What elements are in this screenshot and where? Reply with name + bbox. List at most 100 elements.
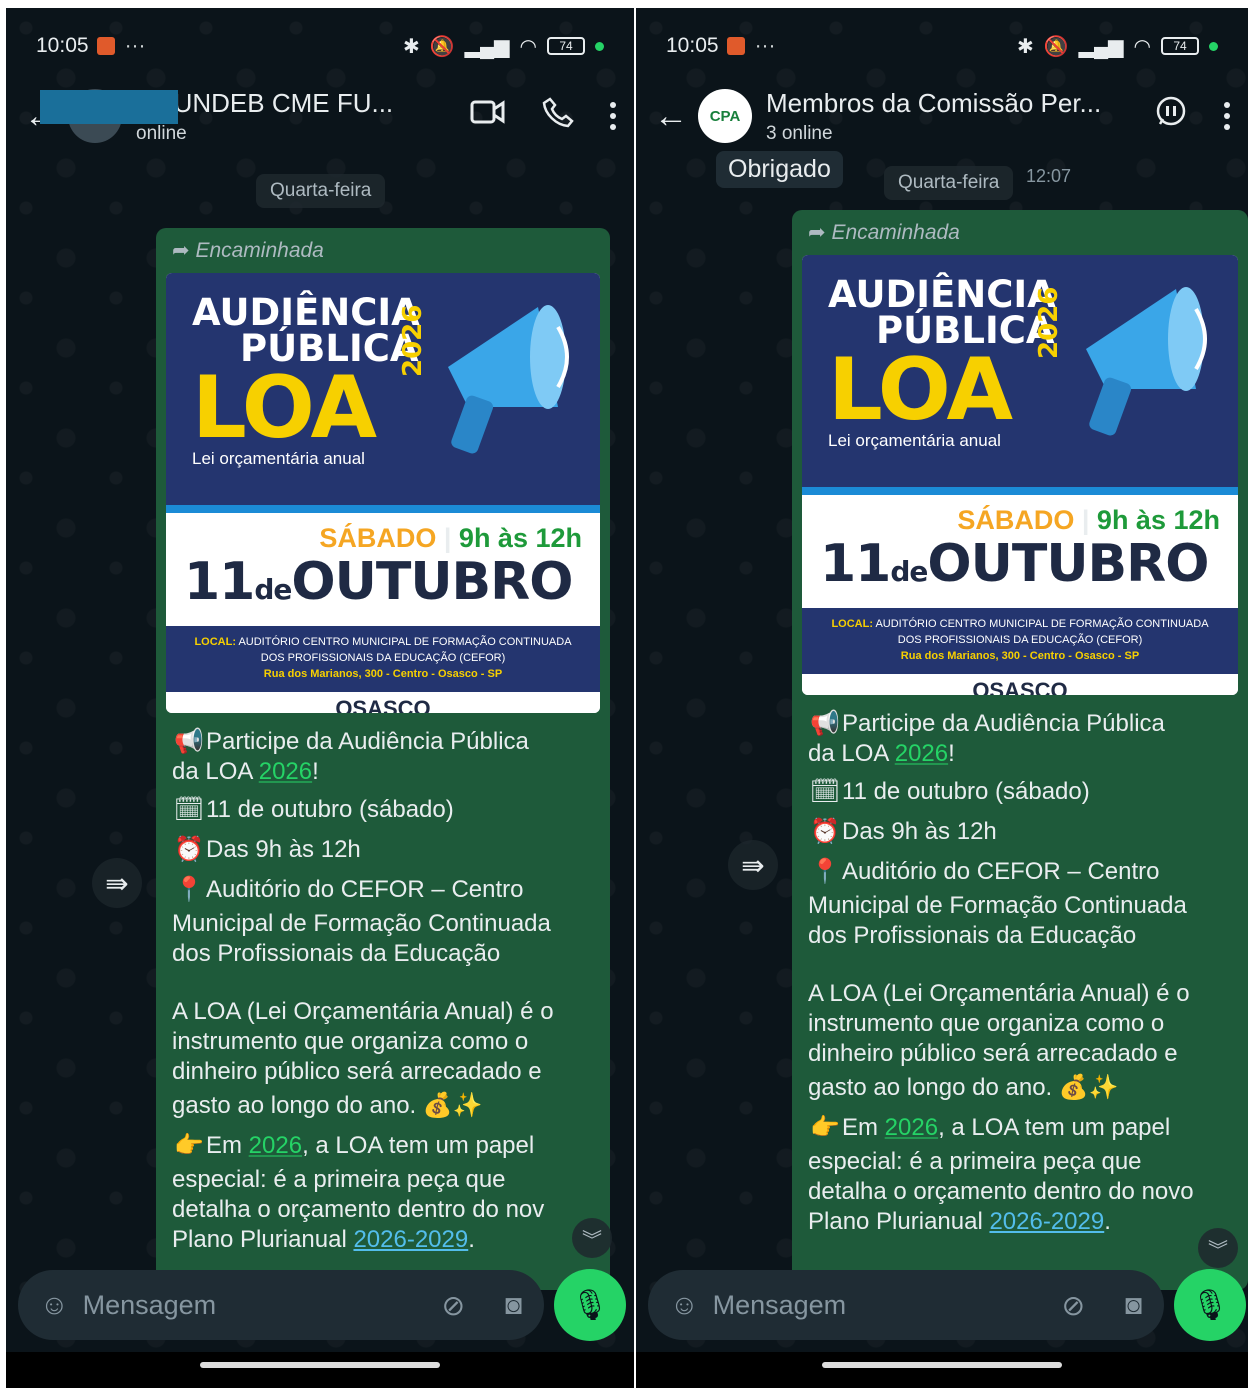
message-input-bar: ☺ Mensagem ⊘ ◙ 🎙 [18, 1269, 626, 1341]
camera-icon[interactable]: ◙ [1125, 1289, 1142, 1321]
poster-year: 2026 [1034, 286, 1064, 359]
poster-date: 11deOUTUBRO [184, 552, 573, 612]
chat-subtitle: 3 online [766, 122, 833, 144]
notification-icon [726, 37, 745, 55]
chat-info[interactable]: n FUNDEB CME FU... online [136, 88, 456, 145]
date-chip: Quarta-feira [884, 166, 1014, 200]
right-chat-screen: 10:05 ··· ✱ 🔕 ▂▄▆ ◠ 74 ← CPA Membros da … [636, 8, 1248, 1388]
signal-icon: ▂▄▆ [1078, 35, 1124, 58]
mic-icon: 🎙 [570, 1288, 610, 1322]
poster-image[interactable]: AUDIÊNCIA PÚBLICA LOA 2026 Lei orçamentá… [802, 255, 1238, 695]
message-bubble[interactable]: ➦ Encaminhada AUDIÊNCIA PÚBLICA LOA 2026… [156, 228, 610, 1290]
status-bar: 10:05 ··· ✱ 🔕 ▂▄▆ ◠ 74 [636, 26, 1248, 66]
pin-emoji-icon: 📍 [810, 858, 840, 885]
attach-icon[interactable]: ⊘ [442, 1289, 465, 1322]
poster-hours: 9h às 12h [458, 523, 582, 553]
signal-icon: ▂▄▆ [464, 35, 510, 58]
chat-subtitle: online [136, 122, 187, 144]
megaphone-emoji-icon: 📢 [810, 710, 840, 737]
date-link[interactable]: 2026 [259, 758, 312, 785]
home-indicator[interactable] [822, 1362, 1062, 1368]
megaphone-icon [448, 305, 569, 454]
poster-day: SÁBADO [957, 505, 1075, 535]
header-actions [470, 96, 616, 136]
alarm-clock-emoji-icon: ⏰ [174, 836, 204, 863]
more-notifications-indicator: ··· [754, 34, 776, 57]
poster-header: AUDIÊNCIA PÚBLICA LOA 2026 Lei orçamentá… [166, 273, 600, 513]
status-icons: ✱ 🔕 ▂▄▆ ◠ 74 [403, 34, 604, 59]
message-input[interactable]: ☺ Mensagem ⊘ ◙ [648, 1270, 1164, 1340]
message-placeholder: Mensagem [82, 1289, 217, 1320]
status-bar: 10:05 ··· ✱ 🔕 ▂▄▆ ◠ 74 [6, 26, 634, 66]
sticker-icon[interactable]: ☺ [40, 1289, 69, 1321]
system-nav-bar [636, 1352, 1248, 1388]
poster-footer-logo: OSASCO [166, 692, 600, 713]
video-call-icon[interactable] [470, 98, 506, 134]
wifi-icon: ◠ [1133, 35, 1151, 58]
notification-icon [96, 37, 115, 55]
poster-image[interactable]: AUDIÊNCIA PÚBLICA LOA 2026 Lei orçamentá… [166, 273, 600, 713]
megaphone-emoji-icon: 📢 [174, 728, 204, 755]
back-arrow-icon[interactable]: ← [654, 97, 688, 136]
sticker-icon[interactable]: ☺ [670, 1289, 699, 1321]
privacy-indicator [1209, 41, 1218, 51]
camera-icon[interactable]: ◙ [505, 1289, 522, 1321]
scroll-down-icon[interactable]: ︾ [1198, 1228, 1238, 1268]
forwarded-icon: ➦ [172, 239, 196, 262]
plan-date-link[interactable]: 2026-2029 [989, 1208, 1104, 1235]
mic-button[interactable]: 🎙 [1174, 1269, 1246, 1341]
money-bag-emoji-icon: 💰✨ [422, 1092, 483, 1119]
status-icons: ✱ 🔕 ▂▄▆ ◠ 74 [1017, 34, 1218, 59]
more-options-icon[interactable] [610, 102, 616, 130]
forward-icon[interactable]: ⇛ [92, 858, 142, 908]
attach-icon[interactable]: ⊘ [1062, 1289, 1085, 1322]
alarm-clock-emoji-icon: ⏰ [810, 818, 840, 845]
poster-date-section: SÁBADO | 9h às 12h 11deOUTUBRO [802, 495, 1238, 600]
poster-date: 11deOUTUBRO [820, 534, 1209, 594]
forwarded-icon: ➦ [808, 221, 832, 244]
forwarded-label: ➦ Encaminhada [808, 221, 960, 244]
more-options-icon[interactable] [1224, 102, 1230, 130]
plan-date-link[interactable]: 2026-2029 [353, 1226, 468, 1253]
chat-info[interactable]: Membros da Comissão Per... 3 online [766, 88, 1140, 145]
mute-icon: 🔕 [1043, 35, 1069, 58]
previous-message-time: 12:07 [1026, 166, 1072, 186]
calendar-emoji-icon: 🗓 [809, 778, 841, 805]
money-bag-emoji-icon: 💰✨ [1058, 1074, 1119, 1101]
date-link[interactable]: 2026 [249, 1132, 302, 1159]
calendar-emoji-icon: 🗓 [173, 796, 205, 823]
system-nav-bar [6, 1352, 634, 1388]
bluetooth-icon: ✱ [1016, 35, 1034, 58]
mute-icon: 🔕 [429, 35, 455, 58]
mic-button[interactable]: 🎙 [554, 1269, 626, 1341]
mic-icon: 🎙 [1190, 1288, 1230, 1322]
scroll-down-icon[interactable]: ︾ [572, 1218, 612, 1258]
wifi-icon: ◠ [519, 35, 537, 58]
home-indicator[interactable] [200, 1362, 440, 1368]
more-notifications-indicator: ··· [124, 34, 146, 57]
group-avatar[interactable]: CPA [698, 89, 752, 143]
battery-icon: 74 [1161, 37, 1199, 55]
poster-date-section: SÁBADO | 9h às 12h 11deOUTUBRO [166, 513, 600, 618]
chat-header: ← CPA Membros da Comissão Per... 3 onlin… [636, 76, 1248, 156]
previous-message[interactable]: Obrigado [716, 151, 843, 188]
message-bubble[interactable]: ➦ Encaminhada AUDIÊNCIA PÚBLICA LOA 2026… [792, 210, 1248, 1290]
pointing-emoji-icon: 👉 [810, 1114, 840, 1141]
message-placeholder: Mensagem [712, 1289, 847, 1320]
message-text: 📢Participe da Audiência Pública da LOA 2… [172, 728, 554, 1253]
forward-icon[interactable]: ⇛ [728, 840, 778, 890]
pin-emoji-icon: 📍 [174, 876, 204, 903]
battery-icon: 74 [547, 37, 585, 55]
chat-title: n FUNDEB CME FU... [136, 87, 394, 118]
poster-year: 2026 [398, 304, 428, 377]
poster-day: SÁBADO [319, 523, 437, 553]
privacy-indicator [595, 41, 604, 51]
date-link[interactable]: 2026 [885, 1114, 938, 1141]
pointing-emoji-icon: 👉 [174, 1132, 204, 1159]
phone-icon[interactable] [542, 96, 574, 136]
date-link[interactable]: 2026 [895, 740, 948, 767]
voice-chat-icon[interactable] [1154, 95, 1188, 137]
poster-footer-logo: OSASCO [802, 674, 1238, 695]
message-text: 📢Participe da Audiência Pública da LOA 2… [808, 710, 1194, 1235]
message-input[interactable]: ☺ Mensagem ⊘ ◙ [18, 1270, 544, 1340]
